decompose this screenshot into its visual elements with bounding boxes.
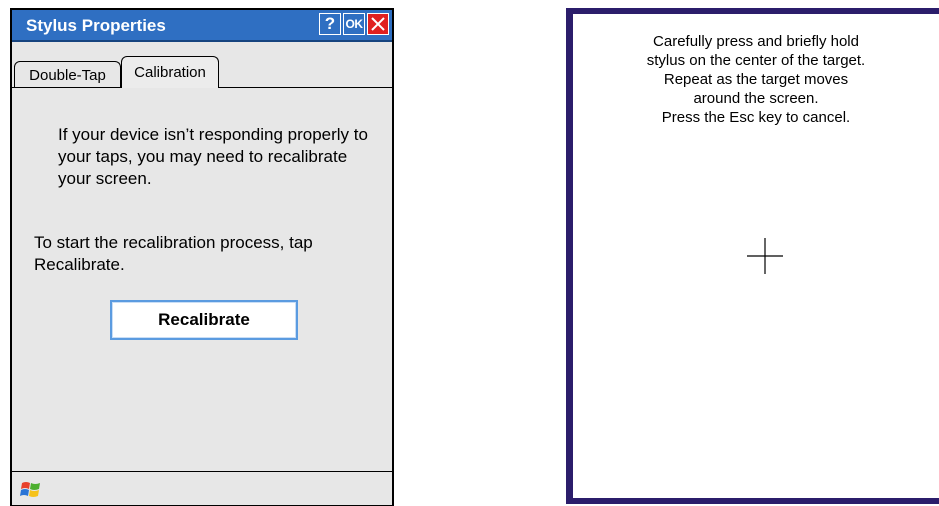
stylus-properties-window: Stylus Properties ? OK Double-Tap Calibr…: [10, 8, 394, 506]
help-button[interactable]: ?: [319, 13, 341, 35]
recalibrate-button[interactable]: Recalibrate: [110, 300, 298, 340]
ok-button[interactable]: OK: [343, 13, 365, 35]
tab-double-tap[interactable]: Double-Tap: [14, 61, 121, 88]
window-title: Stylus Properties: [26, 16, 166, 35]
tab-calibration[interactable]: Calibration: [121, 56, 219, 88]
tab-strip: Double-Tap Calibration: [12, 42, 392, 88]
close-icon: [371, 17, 385, 31]
tab-divider: [219, 87, 392, 88]
title-bar: Stylus Properties ? OK: [12, 10, 392, 42]
instruction-line: Press the Esc key to cancel.: [661, 109, 851, 126]
instruction-text: To start the recalibration process, tap …: [34, 233, 313, 274]
intro-text: If your device isn’t responding properly…: [58, 125, 368, 188]
tab-divider: [12, 87, 121, 88]
instruction-line: Carefully press and briefly hold: [653, 33, 859, 50]
taskbar: [12, 471, 392, 505]
instruction-line: around the screen.: [693, 90, 819, 107]
close-button[interactable]: [367, 13, 389, 35]
windows-logo-icon[interactable]: [20, 480, 42, 500]
calibration-screen: Carefully press and briefly hold stylus …: [566, 8, 939, 504]
instruction-line: stylus on the center of the target.: [646, 52, 866, 69]
calibration-instructions: Carefully press and briefly hold stylus …: [573, 32, 939, 127]
crosshair-icon[interactable]: [747, 238, 783, 274]
instruction-line: Repeat as the target moves: [663, 71, 849, 88]
